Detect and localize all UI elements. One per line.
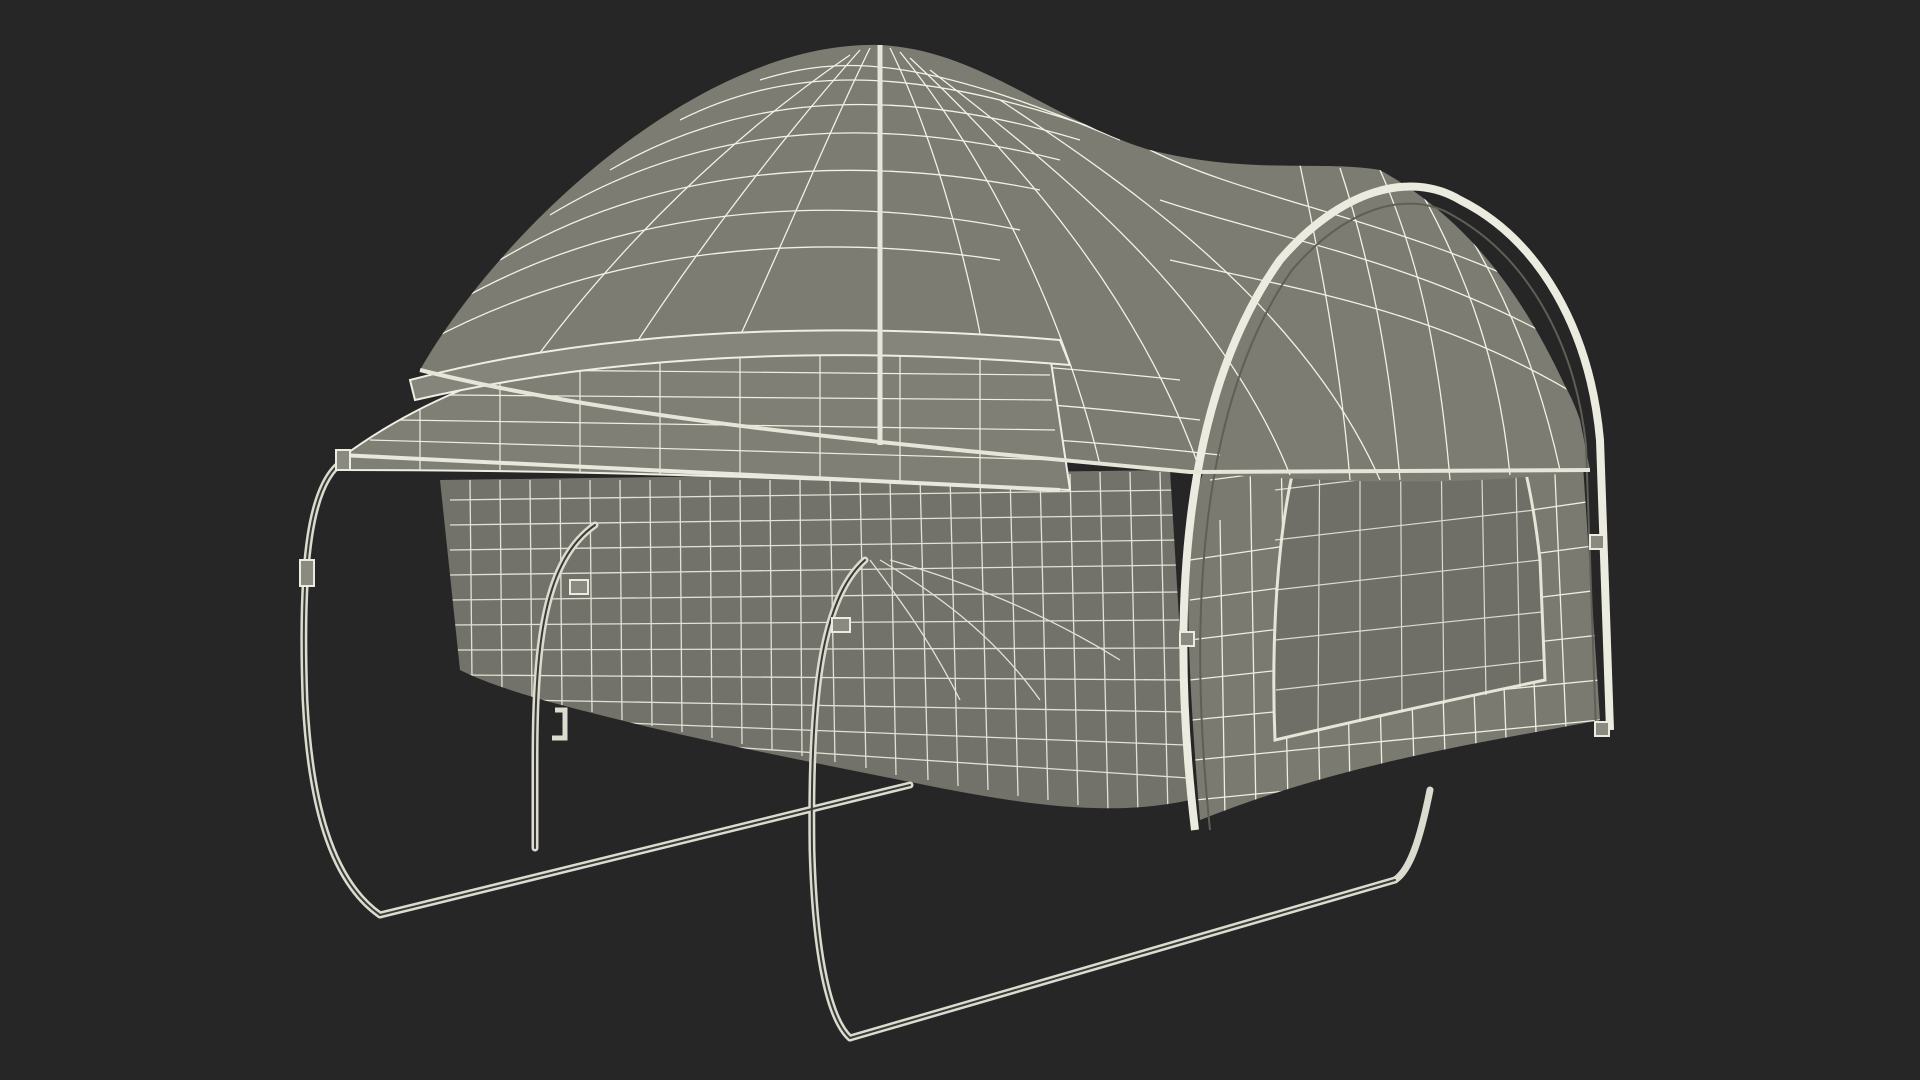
- connector-1: [299, 559, 315, 587]
- connector-4: [1179, 631, 1195, 647]
- 3d-viewport: [0, 0, 1920, 1080]
- connector-7: [335, 449, 351, 471]
- connector-2: [569, 579, 589, 595]
- connector-3: [831, 617, 851, 633]
- connector-6: [1594, 721, 1610, 737]
- tent-wireframe-render: [0, 0, 1920, 1080]
- connector-5: [1589, 534, 1605, 550]
